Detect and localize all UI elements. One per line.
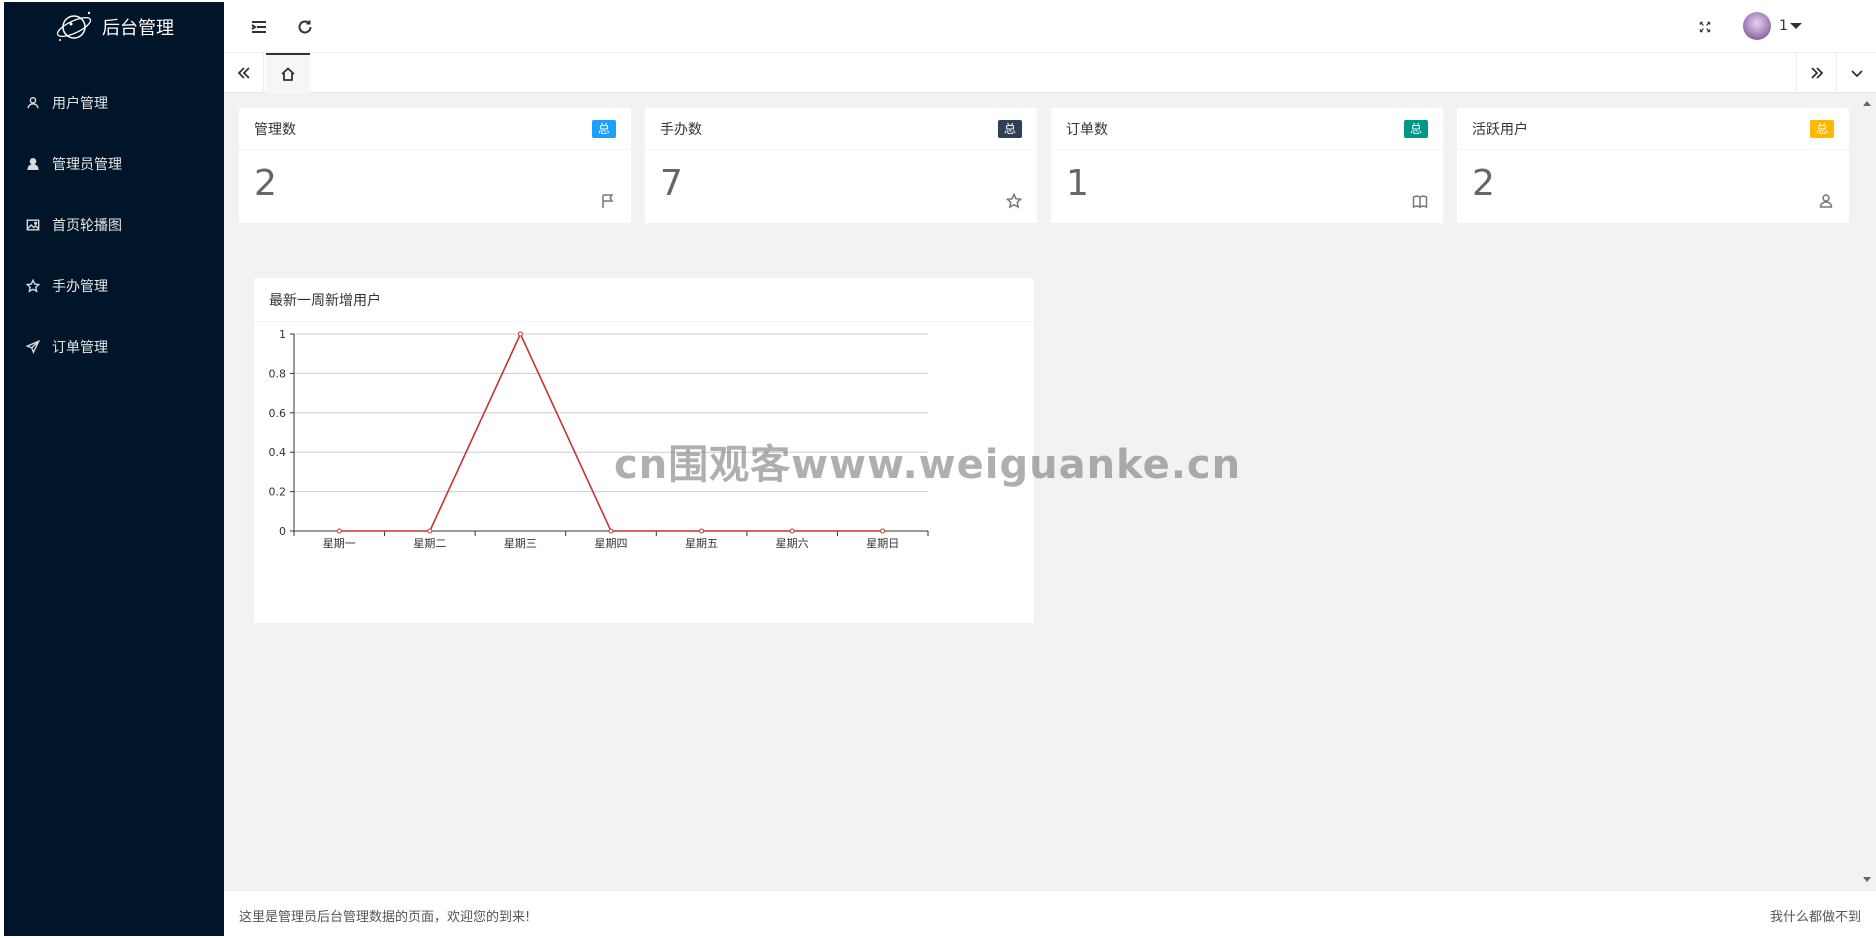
- star-icon: [24, 277, 42, 295]
- avatar[interactable]: [1743, 12, 1771, 40]
- data-point: [608, 528, 614, 534]
- footer-welcome-text: 这里是管理员后台管理数据的页面，欢迎您的到来!: [239, 910, 531, 925]
- data-point: [699, 528, 705, 534]
- flag-icon: [600, 193, 616, 209]
- x-tick-label: 星期五: [685, 537, 718, 550]
- footer-right-text: 我什么都做不到: [1769, 910, 1861, 925]
- tab-options-button[interactable]: [1836, 53, 1876, 93]
- x-tick-label: 星期六: [776, 537, 809, 550]
- app-title: 后台管理: [102, 18, 174, 39]
- refresh-button[interactable]: [292, 14, 318, 40]
- send-icon: [24, 338, 42, 356]
- caret-down-icon[interactable]: [1790, 23, 1802, 29]
- total-badge: 总: [997, 119, 1022, 138]
- sidebar-item-label: 订单管理: [52, 339, 108, 356]
- card-value: 2: [254, 163, 277, 204]
- card-title: 订单数: [1066, 121, 1108, 138]
- double-chevron-left-icon: [237, 67, 250, 79]
- book-icon: [1412, 193, 1428, 209]
- sidebar: 后台管理 用户管理 管理员管理 首页轮播图 手办管理 订单管理: [4, 2, 224, 936]
- y-tick-label: 0: [279, 525, 286, 538]
- card-header: 管理数 总: [239, 108, 631, 150]
- stat-card-active-users: 活跃用户 总 2: [1457, 108, 1849, 223]
- sidebar-item-label: 手办管理: [52, 278, 108, 295]
- tab-scroll-left-button[interactable]: [224, 53, 264, 93]
- card-value: 7: [660, 163, 683, 204]
- card-value: 1: [1066, 163, 1089, 204]
- sidebar-item-label: 首页轮播图: [52, 217, 122, 234]
- fullscreen-button[interactable]: [1692, 14, 1718, 40]
- card-header: 手办数 总: [645, 108, 1037, 150]
- app-root: 后台管理 用户管理 管理员管理 首页轮播图 手办管理 订单管理 1 管理数 总 …: [4, 2, 1876, 936]
- sidebar-item-label: 管理员管理: [52, 156, 122, 173]
- data-point: [517, 331, 523, 337]
- stat-card-admins: 管理数 总 2: [239, 108, 631, 223]
- vertical-scrollbar[interactable]: [1859, 93, 1876, 890]
- scroll-down-icon[interactable]: [1863, 877, 1871, 882]
- data-point: [880, 528, 886, 534]
- x-tick-label: 星期日: [866, 537, 899, 550]
- y-tick-label: 0.4: [269, 446, 287, 459]
- collapse-sidebar-button[interactable]: [246, 14, 272, 40]
- total-badge: 总: [591, 119, 616, 138]
- card-title: 手办数: [660, 121, 702, 138]
- tab-bar: [224, 53, 1876, 93]
- home-icon: [281, 67, 295, 81]
- main-content: 管理数 总 2 手办数 总 7 订单数 总 1 活跃用户 总 2 最新一周新增用…: [224, 93, 1859, 890]
- user-name[interactable]: 1: [1779, 18, 1788, 34]
- data-point: [336, 528, 342, 534]
- card-header: 最新一周新增用户: [254, 278, 1034, 322]
- card-header: 活跃用户 总: [1457, 108, 1849, 150]
- sidebar-item-figures[interactable]: 手办管理: [4, 255, 224, 316]
- top-header: 1: [224, 2, 1876, 53]
- x-tick-label: 星期三: [504, 537, 537, 550]
- watermark: cn围观客www.weiguanke.cn: [614, 442, 1242, 488]
- y-tick-label: 0.2: [269, 486, 287, 499]
- x-tick-label: 星期四: [595, 537, 628, 550]
- fullscreen-icon: [1699, 21, 1711, 33]
- sidebar-item-carousel[interactable]: 首页轮播图: [4, 194, 224, 255]
- y-tick-label: 0.6: [269, 407, 287, 420]
- sidebar-menu: 用户管理 管理员管理 首页轮播图 手办管理 订单管理: [4, 72, 224, 377]
- card-title: 活跃用户: [1472, 121, 1528, 138]
- total-badge: 总: [1809, 119, 1834, 138]
- tab-home[interactable]: [266, 53, 310, 93]
- data-point: [789, 528, 795, 534]
- refresh-icon: [298, 20, 312, 34]
- x-tick-label: 星期一: [323, 537, 356, 550]
- scroll-up-icon[interactable]: [1863, 101, 1871, 106]
- sidebar-item-label: 用户管理: [52, 95, 108, 112]
- logo[interactable]: 后台管理: [4, 2, 224, 52]
- card-title: 管理数: [254, 121, 296, 138]
- sidebar-item-user-management[interactable]: 用户管理: [4, 72, 224, 133]
- stat-card-figures: 手办数 总 7: [645, 108, 1037, 223]
- y-tick-label: 0.8: [269, 367, 287, 380]
- chart-title: 最新一周新增用户: [269, 292, 381, 309]
- footer: 这里是管理员后台管理数据的页面，欢迎您的到来! 我什么都做不到: [224, 890, 1876, 936]
- card-value: 2: [1472, 163, 1495, 204]
- user-filled-icon: [24, 155, 42, 173]
- star-icon: [1005, 192, 1023, 209]
- user-icon: [1818, 193, 1834, 209]
- user-outline-icon: [24, 94, 42, 112]
- image-icon: [24, 216, 42, 234]
- y-tick-label: 1: [279, 328, 286, 341]
- total-badge: 总: [1403, 119, 1428, 138]
- double-chevron-right-icon: [1810, 67, 1823, 79]
- stat-card-orders: 订单数 总 1: [1051, 108, 1443, 223]
- chevron-down-icon: [1850, 70, 1863, 78]
- planet-logo-icon: [56, 11, 92, 41]
- tab-scroll-right-button[interactable]: [1796, 53, 1836, 93]
- indent-icon: [251, 21, 266, 33]
- x-tick-label: 星期二: [413, 537, 446, 550]
- card-header: 订单数 总: [1051, 108, 1443, 150]
- sidebar-item-orders[interactable]: 订单管理: [4, 316, 224, 377]
- data-point: [427, 528, 433, 534]
- sidebar-item-admin-management[interactable]: 管理员管理: [4, 133, 224, 194]
